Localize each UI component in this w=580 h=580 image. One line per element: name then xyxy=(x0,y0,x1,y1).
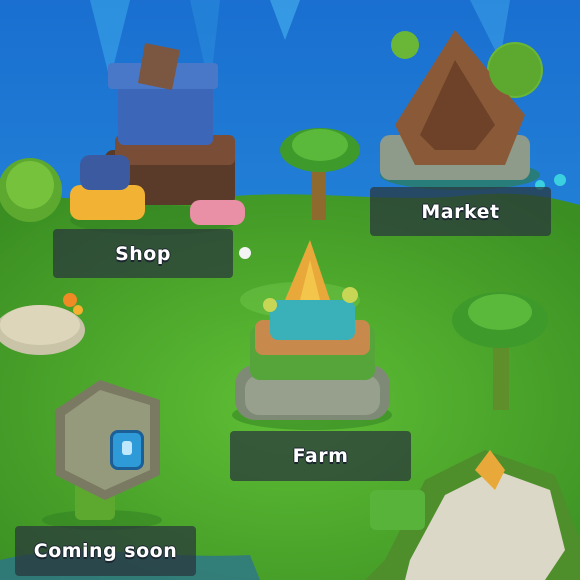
game-map: Shop Market Farm Coming soon xyxy=(0,0,580,580)
market-label[interactable]: Market xyxy=(370,187,551,236)
shop-building[interactable] xyxy=(60,35,250,235)
coming-soon-label[interactable]: Coming soon xyxy=(15,526,196,576)
farm-building[interactable] xyxy=(215,235,410,430)
shop-label[interactable]: Shop xyxy=(53,229,233,278)
market-building[interactable] xyxy=(375,25,545,190)
farm-label[interactable]: Farm xyxy=(230,431,411,481)
lock-icon xyxy=(110,430,144,470)
locked-building[interactable] xyxy=(35,365,170,530)
